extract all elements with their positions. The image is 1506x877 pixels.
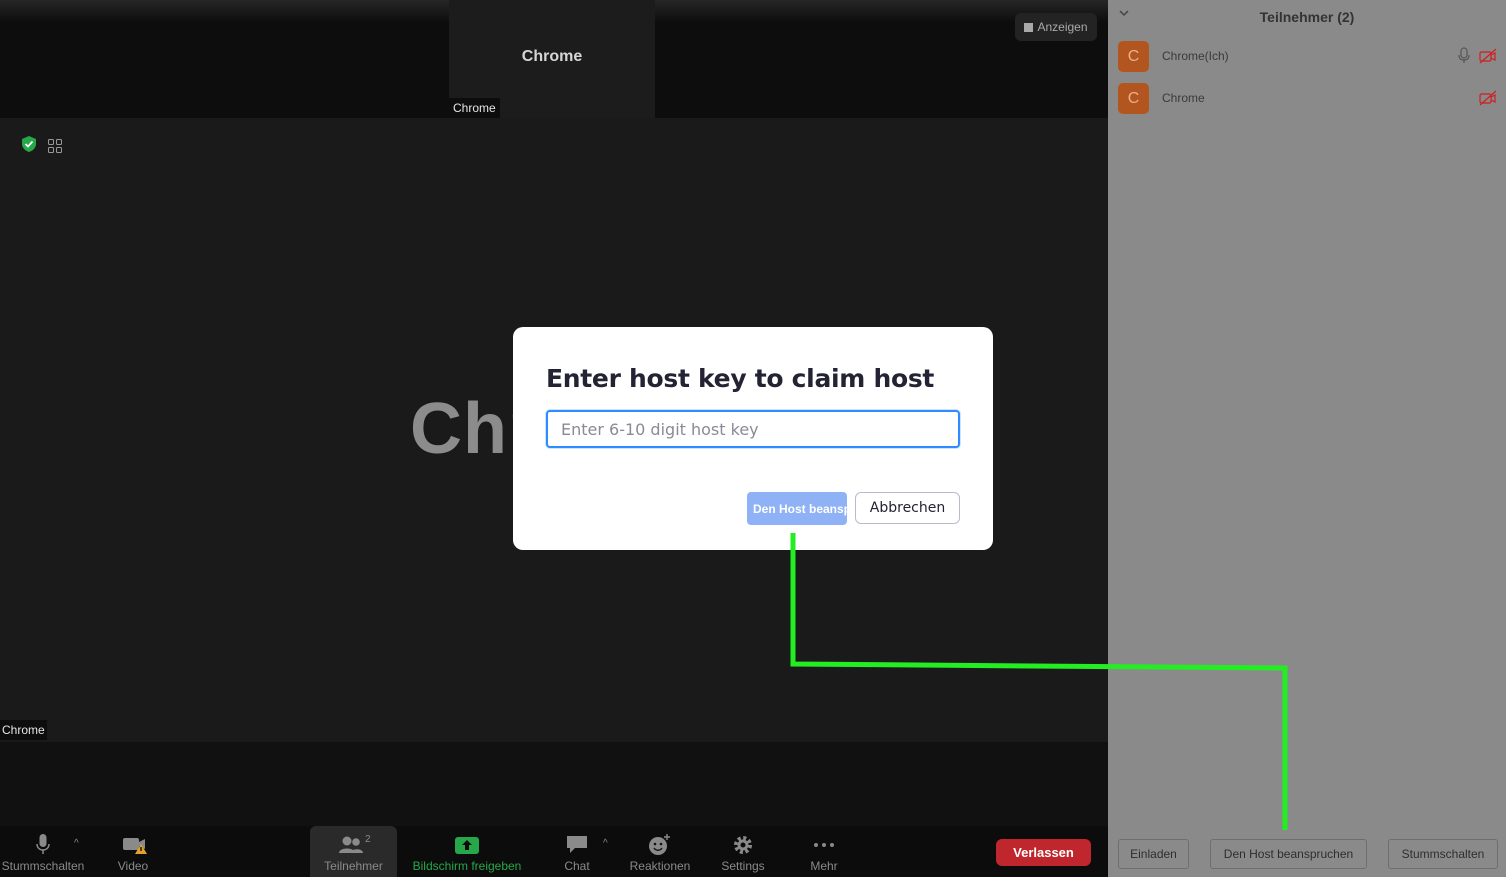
mute-label: Stummschalten bbox=[1, 859, 85, 873]
claim-host-button[interactable]: Den Host beanspruchen bbox=[1210, 839, 1367, 869]
avatar: C bbox=[1118, 41, 1149, 72]
video-button[interactable]: Video bbox=[104, 826, 162, 877]
host-key-input[interactable] bbox=[546, 410, 960, 448]
invite-button[interactable]: Einladen bbox=[1118, 839, 1189, 869]
share-screen-label: Bildschirm freigeben bbox=[412, 859, 522, 873]
participant-row[interactable]: C Chrome bbox=[1118, 83, 1498, 114]
dialog-title: Enter host key to claim host bbox=[546, 364, 935, 393]
cancel-button[interactable]: Abbrechen bbox=[855, 492, 960, 524]
more-label: Mehr bbox=[810, 859, 838, 873]
mute-all-button[interactable]: Stummschalten bbox=[1388, 839, 1498, 869]
participant-name: Chrome(Ich) bbox=[1162, 49, 1229, 63]
claim-host-confirm-button[interactable]: Den Host beanspruchen bbox=[747, 492, 847, 525]
leave-button[interactable]: Verlassen bbox=[996, 839, 1091, 866]
top-tile-participant-name: Chrome bbox=[521, 48, 583, 65]
video-camera-warning-icon bbox=[123, 838, 147, 854]
gear-icon bbox=[734, 836, 752, 854]
show-button[interactable]: Anzeigen bbox=[1015, 13, 1097, 41]
participants-count: 2 bbox=[365, 834, 371, 845]
top-video-tile[interactable]: Chrome Chrome bbox=[449, 0, 655, 118]
chat-label: Chat bbox=[564, 859, 590, 873]
more-dots-icon bbox=[814, 843, 834, 847]
microphone-icon[interactable] bbox=[1458, 47, 1470, 65]
lower-strip bbox=[0, 742, 1108, 826]
chat-button[interactable]: Chat bbox=[556, 826, 598, 877]
gallery-icon bbox=[1024, 22, 1034, 32]
participants-label: Teilnehmer bbox=[324, 859, 383, 873]
reactions-button[interactable]: Reaktionen bbox=[624, 826, 696, 877]
reaction-emoji-icon bbox=[649, 834, 670, 855]
share-screen-icon bbox=[455, 837, 479, 854]
video-off-icon[interactable] bbox=[1479, 90, 1497, 106]
claim-host-dialog: Enter host key to claim host Den Host be… bbox=[513, 327, 993, 550]
shield-check-icon[interactable] bbox=[22, 136, 36, 152]
participants-panel: Teilnehmer (2) C Chrome(Ich) C Chrome Ei… bbox=[1108, 0, 1506, 877]
reactions-label: Reaktionen bbox=[629, 859, 691, 873]
top-tile-name-label: Chrome bbox=[449, 98, 500, 118]
chat-options-chevron-icon[interactable]: ^ bbox=[603, 838, 608, 849]
microphone-icon bbox=[36, 834, 50, 854]
settings-button[interactable]: Settings bbox=[714, 826, 772, 877]
grid-view-icon[interactable] bbox=[48, 139, 62, 153]
panel-title: Teilnehmer (2) bbox=[1259, 9, 1355, 25]
participant-name: Chrome bbox=[1162, 91, 1205, 105]
participant-row[interactable]: C Chrome(Ich) bbox=[1118, 41, 1498, 72]
share-screen-button[interactable]: Bildschirm freigeben bbox=[404, 826, 530, 877]
main-video-name-label: Chrome bbox=[0, 720, 47, 740]
mute-button[interactable]: Stummschalten bbox=[0, 826, 86, 877]
show-button-label: Anzeigen bbox=[1037, 20, 1088, 34]
more-button[interactable]: Mehr bbox=[798, 826, 850, 877]
video-label: Video bbox=[117, 859, 149, 873]
video-off-icon[interactable] bbox=[1479, 48, 1497, 64]
audio-options-chevron-icon[interactable]: ^ bbox=[74, 838, 79, 849]
settings-label: Settings bbox=[721, 859, 765, 873]
participants-icon: 2 bbox=[338, 834, 371, 853]
chat-icon bbox=[567, 836, 587, 853]
meeting-toolbar: Stummschalten ^ Video 2 Teilnehmer Bilds… bbox=[0, 826, 1108, 877]
participants-button[interactable]: 2 Teilnehmer bbox=[310, 826, 397, 877]
avatar: C bbox=[1118, 83, 1149, 114]
